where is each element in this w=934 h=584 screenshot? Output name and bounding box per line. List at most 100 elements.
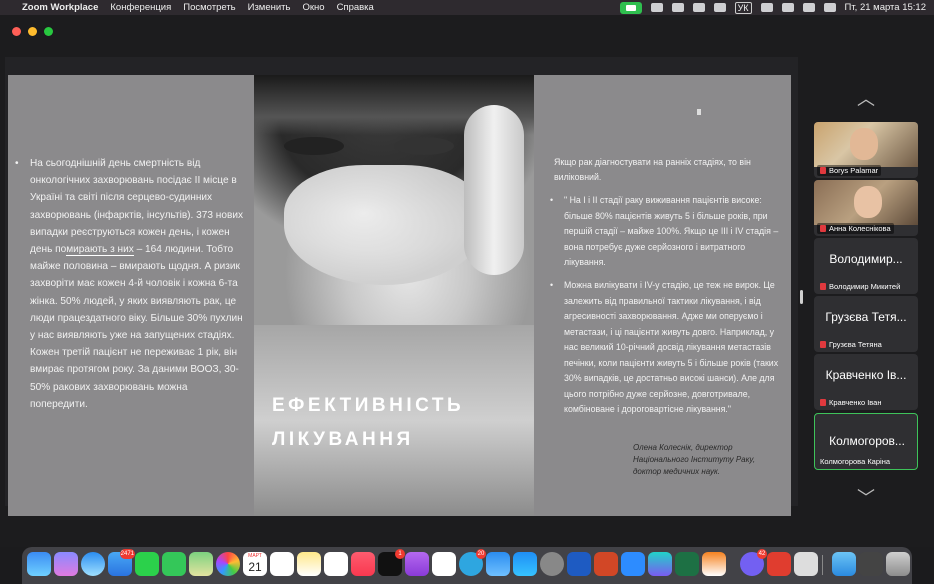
- menu-conference[interactable]: Конференция: [110, 2, 171, 13]
- bullet-icon: •: [550, 280, 554, 290]
- panel-resize-handle[interactable]: [800, 290, 803, 304]
- viber-icon[interactable]: 42: [740, 549, 767, 576]
- participant-tile[interactable]: Грузєва Тетя... Грузєва Тетяна: [814, 296, 918, 352]
- mouse-cursor-icon: [697, 109, 701, 115]
- participant-tile[interactable]: Кравченко Ів... Кравченко Іван: [814, 354, 918, 410]
- control-center-icon[interactable]: [802, 3, 815, 12]
- participant-name-label: Анна Колеснікова: [817, 223, 894, 234]
- apple-tv-icon[interactable]: 1: [378, 549, 405, 576]
- finder-icon[interactable]: [27, 552, 51, 576]
- system-settings-icon[interactable]: [540, 552, 564, 576]
- menu-view[interactable]: Посмотреть: [183, 2, 235, 13]
- participant-tile[interactable]: Borys Palamar: [814, 122, 918, 178]
- music-icon[interactable]: [351, 552, 375, 576]
- photos-icon[interactable]: [216, 552, 240, 576]
- minimize-window-button[interactable]: [28, 27, 37, 36]
- mail-icon[interactable]: 2471: [108, 549, 135, 576]
- left-text-part1: На сьогоднішній день смертність від онко…: [30, 158, 244, 256]
- mail-badge: 2471: [119, 549, 135, 559]
- left-text-part2: – 164 людини. Тобто майже половина – вми…: [30, 244, 243, 410]
- zoom-icon[interactable]: [621, 552, 645, 576]
- doctor-photo: ЕФЕКТИВНІСТЬ ЛІКУВАННЯ: [254, 75, 534, 516]
- participant-tile-active-speaker[interactable]: Колмогоров... Колмогорова Каріна: [814, 413, 918, 470]
- app-status-icon[interactable]: [671, 3, 684, 12]
- wifi-icon[interactable]: [760, 3, 773, 12]
- camera-in-use-icon[interactable]: [619, 1, 642, 14]
- mic-muted-icon: [820, 283, 826, 290]
- participant-tile[interactable]: Володимир... Володимир Микитей: [814, 238, 918, 294]
- slide-right-intro: Якщо рак діагностувати на ранніх стадіях…: [554, 157, 751, 183]
- facetime-icon[interactable]: [135, 552, 159, 576]
- notes-icon[interactable]: [297, 552, 321, 576]
- slide-left-column: • На сьогоднішній день смертність від он…: [8, 75, 254, 516]
- podcasts-icon[interactable]: [405, 552, 429, 576]
- app-store-icon[interactable]: [513, 552, 537, 576]
- maps-icon[interactable]: [189, 552, 213, 576]
- participant-display-name: Грузєва Тетя...: [825, 310, 907, 324]
- menu-help[interactable]: Справка: [337, 2, 374, 13]
- excel-icon[interactable]: [675, 552, 699, 576]
- left-text-underlined: мирають з них: [66, 244, 134, 257]
- zoom-status-icon[interactable]: [650, 3, 663, 12]
- launchpad-icon[interactable]: [54, 552, 78, 576]
- window-controls: [12, 27, 53, 36]
- slide-right-bullet-1: • " На І і ІІ стадії раку виживання паці…: [550, 193, 786, 271]
- word-icon[interactable]: [567, 552, 591, 576]
- shared-slide: • На сьогоднішній день смертність від он…: [8, 75, 791, 516]
- siri-icon[interactable]: [823, 3, 836, 12]
- downloads-folder-icon[interactable]: [832, 552, 856, 576]
- slide-right-bullet-2: • Можна вилікувати і IV-у стадію, це теж…: [550, 278, 786, 418]
- participant-tile[interactable]: Анна Колеснікова: [814, 180, 918, 236]
- calendar-icon[interactable]: МАРТ 21: [243, 552, 267, 576]
- mic-muted-icon: [820, 167, 826, 174]
- slide-right-column: Якщо рак діагностувати на ранніх стадіях…: [534, 75, 791, 516]
- menu-app-name[interactable]: Zoom Workplace: [22, 2, 98, 13]
- input-language[interactable]: УК: [734, 1, 752, 14]
- participant-name-label: Колмогорова Каріна: [820, 457, 891, 466]
- telegram-badge: 20: [476, 549, 486, 559]
- battery-icon[interactable]: [713, 3, 726, 12]
- slide-title-line2: ЛІКУВАННЯ: [272, 429, 414, 450]
- keynote-icon[interactable]: [486, 552, 510, 576]
- participant-name-label: Кравченко Іван: [817, 397, 885, 408]
- powerpoint-icon[interactable]: [594, 552, 618, 576]
- participant-video: [814, 122, 918, 167]
- dock-separator: [822, 555, 823, 575]
- minimized-window-icon[interactable]: [859, 552, 883, 576]
- menu-bar: Zoom Workplace Конференция Посмотреть Из…: [0, 0, 934, 15]
- quote-author: Олена Колеснік, директор Національного І…: [633, 443, 756, 476]
- creative-cloud-icon[interactable]: [692, 3, 705, 12]
- vlc-icon[interactable]: [702, 552, 726, 576]
- search-icon[interactable]: [781, 3, 794, 12]
- numbers-icon[interactable]: [432, 552, 456, 576]
- scroll-down-chevron-icon[interactable]: ﹀: [814, 484, 918, 510]
- participant-name-label: Грузєва Тетяна: [817, 339, 885, 350]
- slide-left-text: • На сьогоднішній день смертність від он…: [15, 155, 247, 413]
- participant-face: [854, 186, 882, 218]
- menu-edit[interactable]: Изменить: [248, 2, 291, 13]
- freeform-icon[interactable]: [324, 552, 348, 576]
- reminders-icon[interactable]: [270, 552, 294, 576]
- participant-display-name: Колмогоров...: [829, 434, 905, 448]
- slide-title: ЕФЕКТИВНІСТЬ ЛІКУВАННЯ: [272, 389, 464, 457]
- eye-shape: [394, 137, 454, 155]
- anydesk-icon[interactable]: [767, 552, 791, 576]
- canva-icon[interactable]: [648, 552, 672, 576]
- menu-datetime[interactable]: Пт, 21 марта 15:12: [845, 2, 926, 13]
- tv-badge: 1: [395, 549, 405, 559]
- dock: 2471 МАРТ 21 1 20 42: [22, 547, 912, 584]
- telegram-icon[interactable]: 20: [459, 549, 486, 576]
- messages-icon[interactable]: [162, 552, 186, 576]
- mic-muted-icon: [820, 225, 826, 232]
- menu-window[interactable]: Окно: [302, 2, 324, 13]
- right-bullet-2-text: Можна вилікувати і IV-у стадію, це теж н…: [564, 280, 779, 414]
- fullscreen-window-button[interactable]: [44, 27, 53, 36]
- calendar-day: 21: [248, 560, 262, 574]
- safari-icon[interactable]: [81, 552, 105, 576]
- scroll-up-chevron-icon[interactable]: ︿: [814, 85, 918, 111]
- preview-icon[interactable]: [794, 552, 818, 576]
- participant-name-label: Володимир Микитей: [817, 281, 903, 292]
- trash-icon[interactable]: [886, 552, 910, 576]
- participant-face: [850, 128, 878, 160]
- close-window-button[interactable]: [12, 27, 21, 36]
